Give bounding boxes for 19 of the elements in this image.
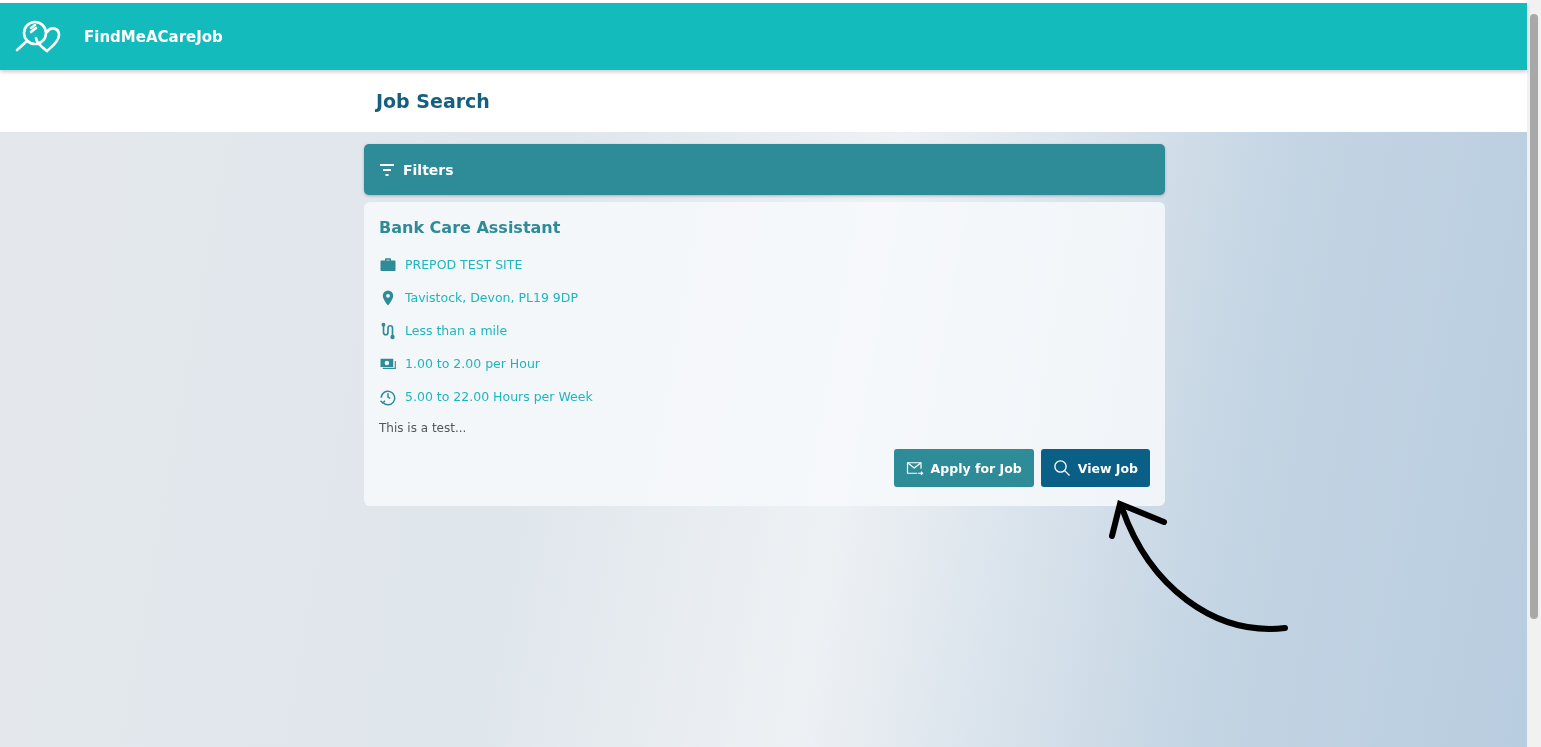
scrollbar[interactable] [1527,0,1541,747]
scrollbar-thumb[interactable] [1530,14,1538,619]
view-job-button[interactable]: View Job [1040,449,1150,487]
apply-button[interactable]: Apply for Job [893,449,1034,487]
brand-name: FindMeACareJob [84,27,223,46]
job-detail: 5.00 to 22.00 Hours per Week [405,389,593,404]
job-detail: Less than a mile [405,323,508,338]
filter-icon [379,163,395,176]
briefcase-icon [379,255,397,274]
job-detail: Tavistock, Devon, PL19 9DP [405,290,578,305]
filters-bar[interactable]: Filters [364,144,1165,195]
route-icon [379,321,397,340]
mail-icon [905,459,924,477]
job-title: Bank Care Assistant [379,218,562,237]
page-title: Job Search [376,90,490,112]
search-icon [1052,459,1071,477]
job-detail: 1.00 to 2.00 per Hour [405,356,540,371]
job-summary: This is a test... [379,421,468,435]
job-detail: PREPOD TEST SITE [405,257,523,272]
